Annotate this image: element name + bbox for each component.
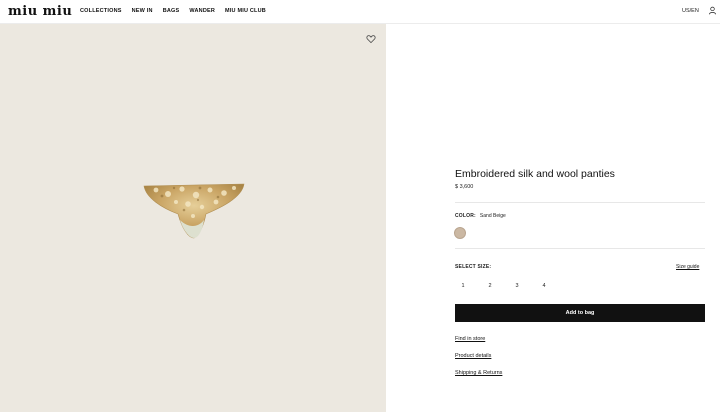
nav-item-miu-miu-club[interactable]: MIU MIU CLUB: [225, 8, 266, 14]
size-option-4[interactable]: 4: [536, 283, 552, 289]
nav-item-new-in[interactable]: NEW IN: [132, 8, 153, 14]
find-in-store-link[interactable]: Find in store: [455, 336, 485, 342]
product-title: Embroidered silk and wool panties: [455, 168, 615, 180]
size-option-2[interactable]: 2: [482, 283, 498, 289]
divider: [455, 202, 705, 203]
main-nav: COLLECTIONS NEW IN BAGS WANDER MIU MIU C…: [80, 8, 266, 14]
size-option-3[interactable]: 3: [509, 283, 525, 289]
product-image[interactable]: [138, 180, 250, 242]
size-label: SELECT SIZE:: [455, 264, 492, 270]
brand-logo[interactable]: miu miu: [8, 4, 72, 19]
user-icon[interactable]: [708, 6, 717, 15]
color-row: COLOR: Sand Beige: [455, 213, 506, 219]
nav-item-collections[interactable]: COLLECTIONS: [80, 8, 122, 14]
shipping-returns-link[interactable]: Shipping & Returns: [455, 370, 502, 376]
color-value: Sand Beige: [479, 213, 506, 219]
nav-item-wander[interactable]: WANDER: [189, 8, 215, 14]
nav-item-bags[interactable]: BAGS: [163, 8, 180, 14]
size-guide-link[interactable]: Size guide: [676, 264, 699, 270]
size-option-1[interactable]: 1: [455, 283, 471, 289]
size-selector: 1 2 3 4: [455, 283, 565, 293]
color-swatch-sand-beige[interactable]: [454, 227, 466, 239]
product-details-link[interactable]: Product details: [455, 353, 491, 359]
color-label: COLOR:: [455, 213, 476, 219]
locale-switcher[interactable]: US/EN: [682, 8, 699, 14]
heart-icon[interactable]: [366, 34, 376, 44]
product-price: $ 3,600: [455, 184, 474, 190]
add-to-bag-button[interactable]: Add to bag: [455, 304, 705, 322]
site-header: miu miu COLLECTIONS NEW IN BAGS WANDER M…: [0, 0, 720, 24]
divider: [455, 248, 705, 249]
